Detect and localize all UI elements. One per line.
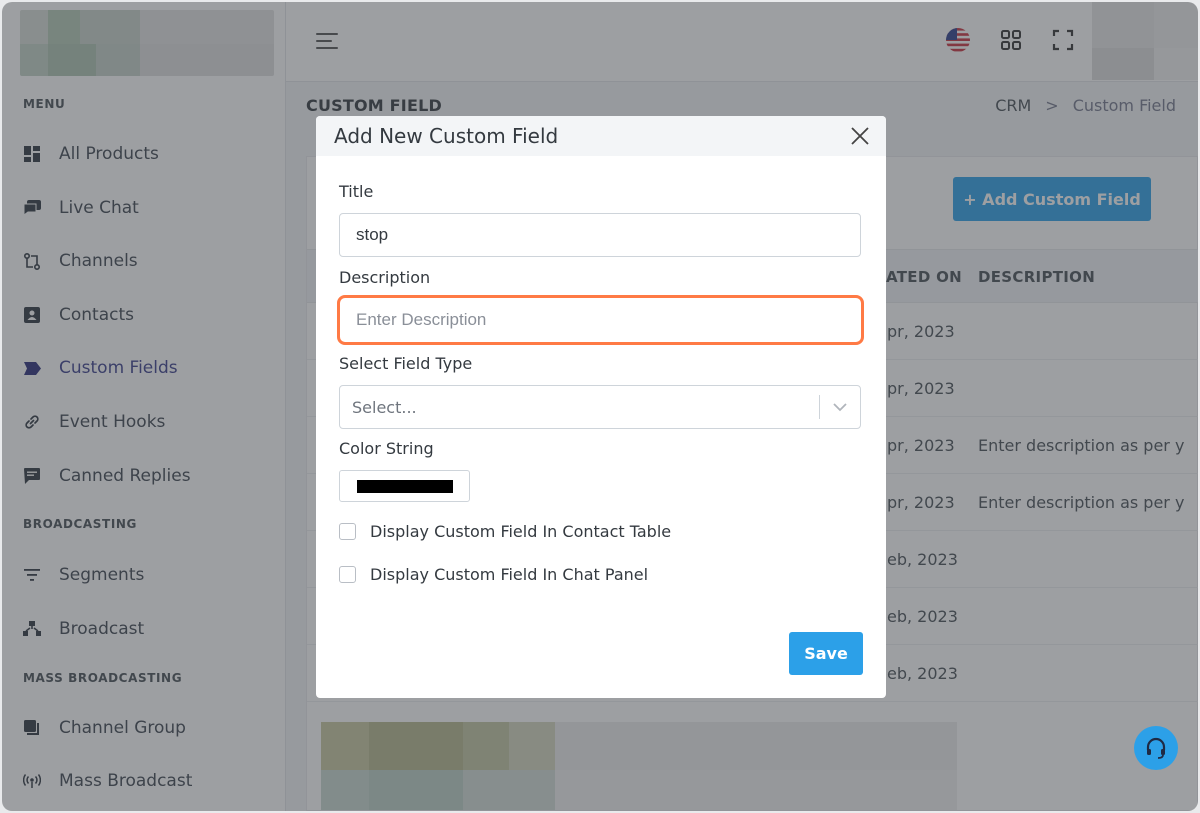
chevron-down-icon[interactable] <box>820 402 860 412</box>
contact-table-checkbox-row[interactable]: Display Custom Field In Contact Table <box>339 522 671 541</box>
chat-panel-checkbox-row[interactable]: Display Custom Field In Chat Panel <box>339 565 648 584</box>
close-icon[interactable] <box>850 126 870 146</box>
title-input[interactable] <box>339 213 861 257</box>
support-chat-icon[interactable] <box>1134 726 1178 770</box>
description-label: Description <box>339 268 431 287</box>
color-swatch <box>356 479 453 493</box>
modal-header: Add New Custom Field <box>316 116 886 156</box>
chat-panel-checkbox-label: Display Custom Field In Chat Panel <box>370 565 649 584</box>
contact-table-checkbox-label: Display Custom Field In Contact Table <box>370 522 672 541</box>
contact-table-checkbox[interactable] <box>339 523 356 540</box>
field-type-placeholder: Select... <box>352 397 417 417</box>
app-window: MENU All Products Live Chat Channels Con… <box>2 2 1198 811</box>
color-picker-input[interactable] <box>339 470 470 502</box>
color-string-label: Color String <box>339 439 434 458</box>
field-type-select[interactable]: Select... <box>339 385 861 429</box>
save-button[interactable]: Save <box>789 632 863 675</box>
field-type-label: Select Field Type <box>339 354 473 373</box>
chat-panel-checkbox[interactable] <box>339 566 356 583</box>
title-label: Title <box>339 182 374 201</box>
modal-title: Add New Custom Field <box>334 124 559 148</box>
description-input[interactable] <box>337 295 864 345</box>
add-custom-field-modal: Add New Custom Field Title Description S… <box>316 116 886 698</box>
